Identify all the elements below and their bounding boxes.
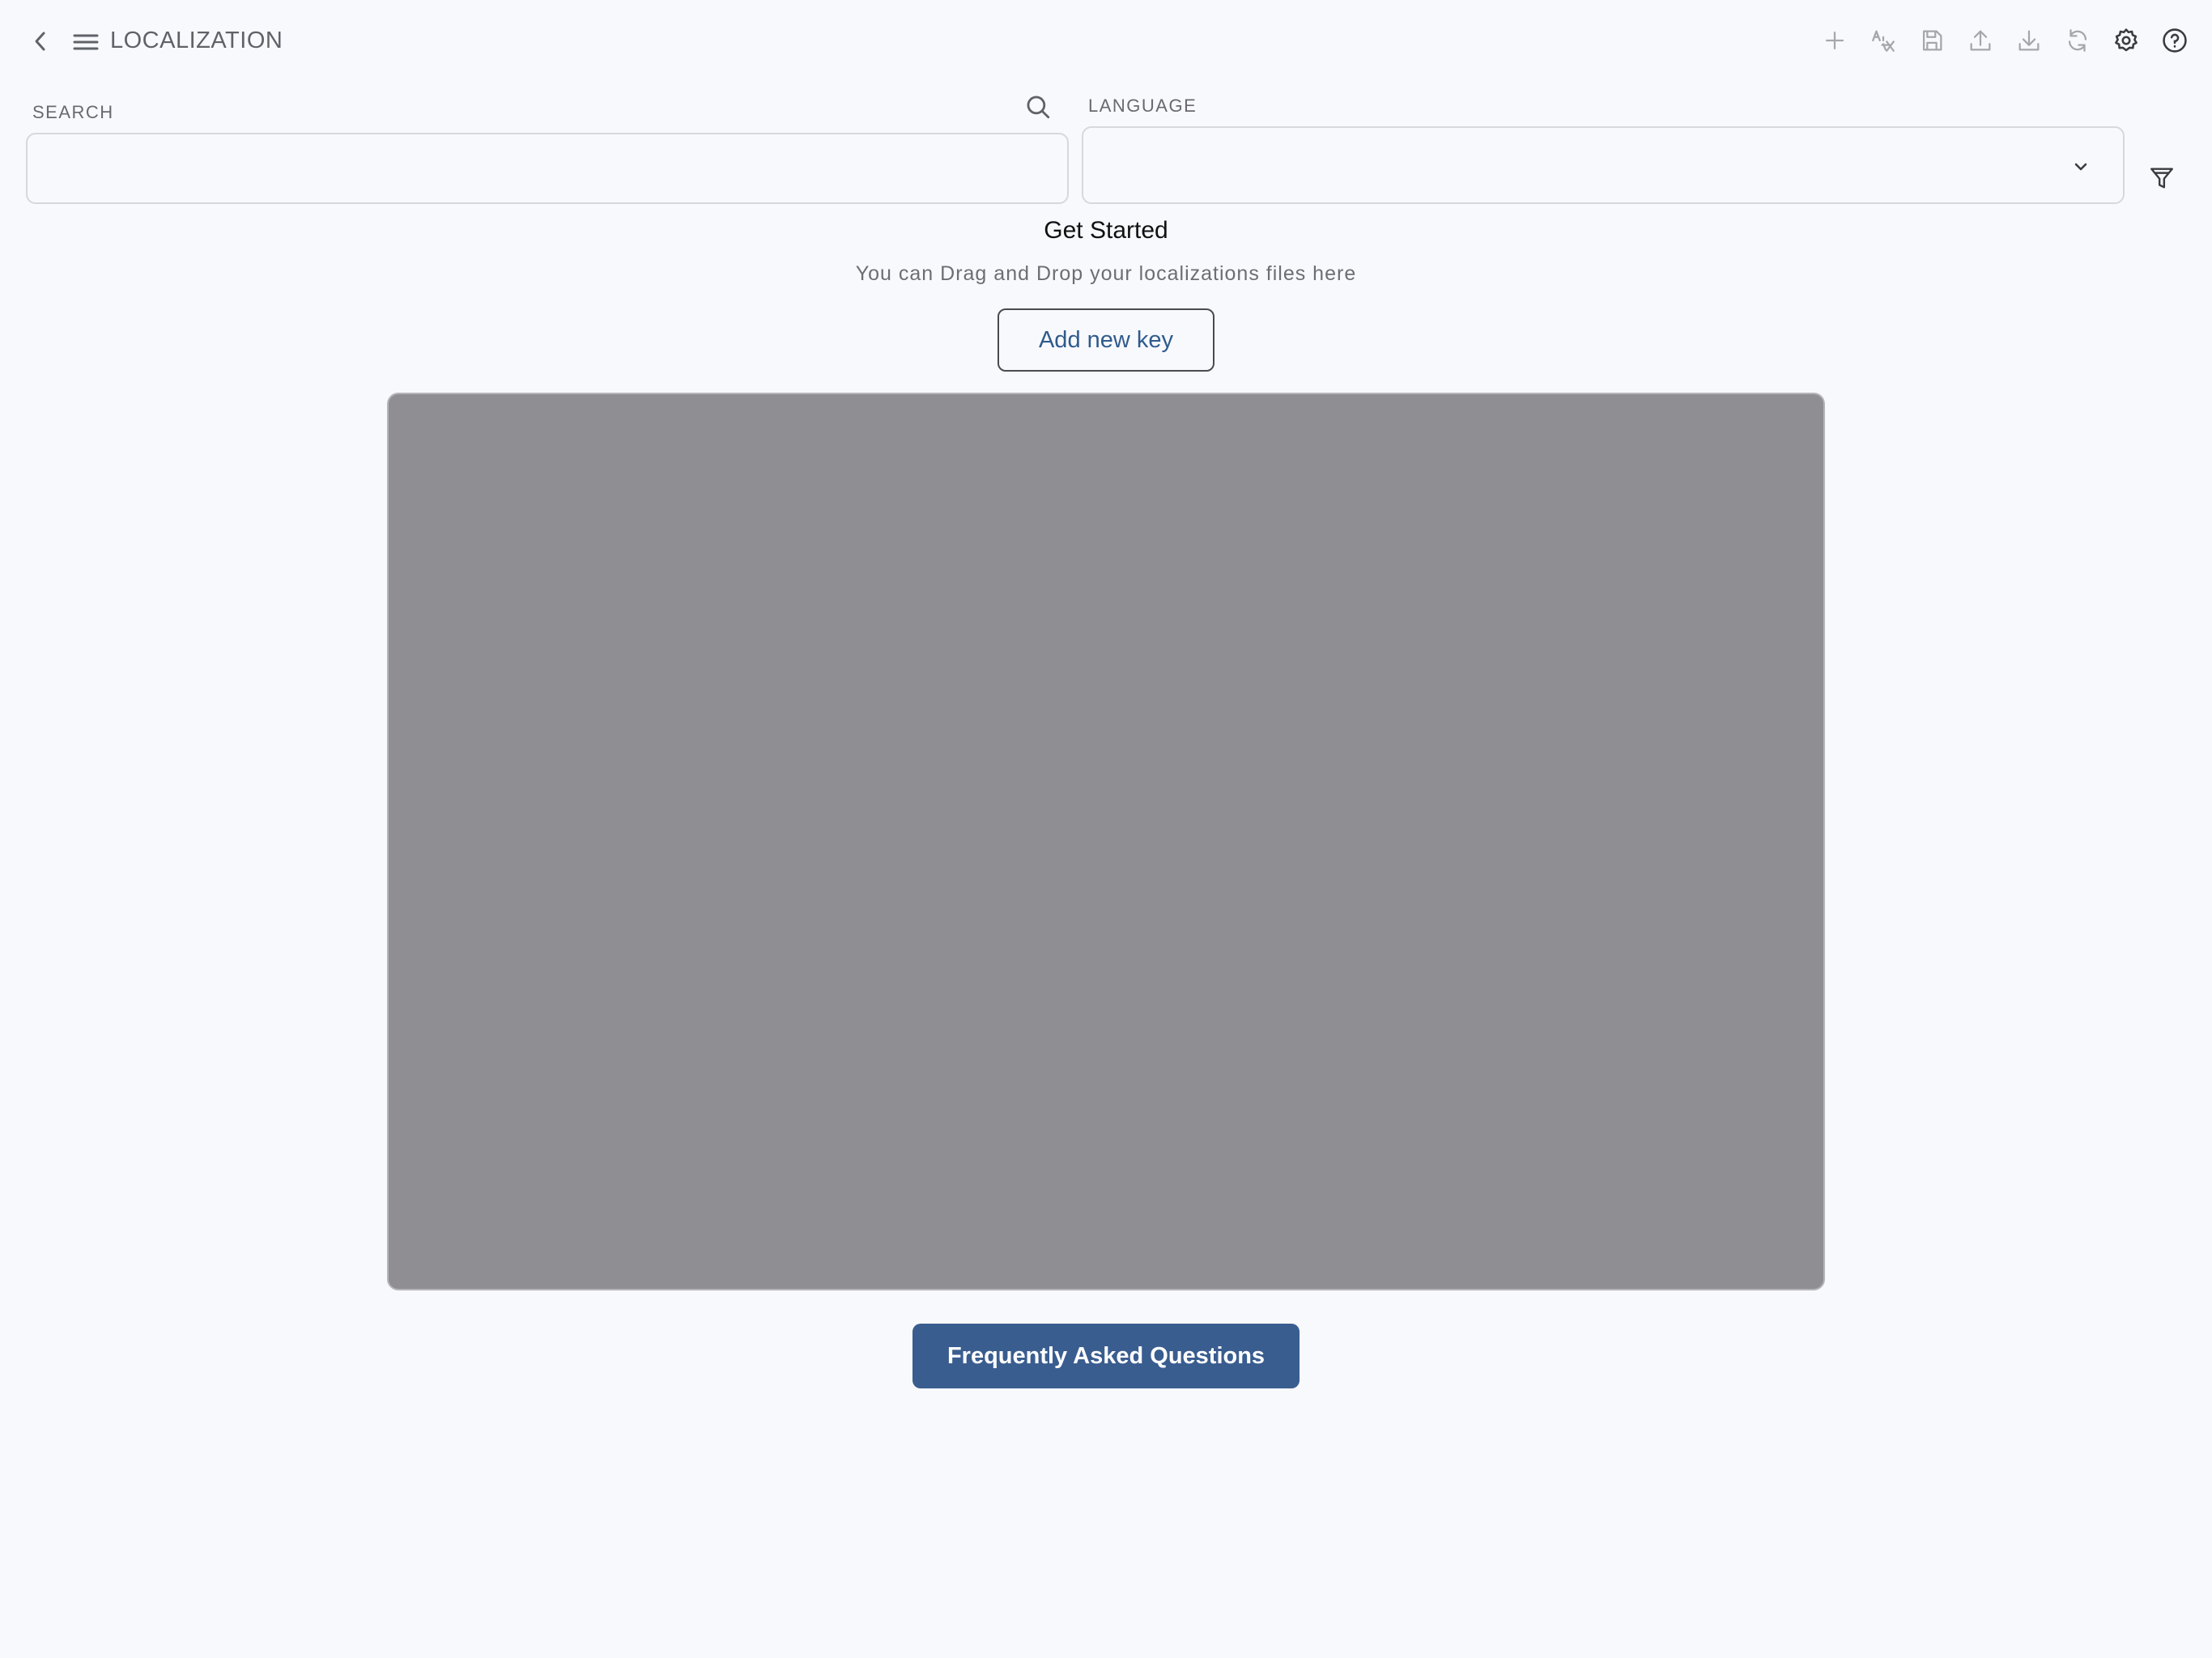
language-label: LANGUAGE [1088, 96, 1197, 116]
intro-media-placeholder [387, 393, 1825, 1290]
search-input[interactable] [26, 133, 1069, 204]
search-label: SEARCH [32, 102, 114, 122]
add-new-key-button[interactable]: Add new key [998, 308, 1214, 372]
search-icon [1027, 96, 1050, 119]
refresh-button[interactable] [2058, 21, 2097, 60]
page-title: LOCALIZATION [110, 28, 283, 53]
upload-icon [1970, 30, 1991, 51]
menu-button[interactable] [71, 26, 100, 58]
toolbar [1815, 21, 2194, 60]
help-button[interactable] [2155, 21, 2194, 60]
back-button[interactable] [24, 24, 57, 58]
get-started-heading: Get Started [1044, 217, 1168, 244]
translate-button[interactable] [1864, 21, 1903, 60]
filter-button[interactable] [2146, 162, 2178, 194]
settings-button[interactable] [2107, 21, 2146, 60]
refresh-icon [2068, 29, 2087, 52]
hamburger-menu-icon [73, 34, 99, 50]
add-icon [1825, 31, 1844, 50]
chevron-down-icon [2074, 163, 2087, 171]
language-select[interactable] [1082, 126, 2125, 204]
search-button[interactable] [1022, 91, 1054, 123]
add-button[interactable] [1815, 21, 1854, 60]
download-icon [2018, 30, 2040, 51]
faq-button[interactable]: Frequently Asked Questions [912, 1324, 1300, 1388]
gear-icon [2115, 28, 2138, 52]
chevron-left-icon [35, 32, 45, 51]
save-icon [1922, 30, 1942, 51]
localization-page: LOCALIZATION SEARCH LANGUAGE Get Started… [0, 0, 2212, 1658]
translate-icon [1872, 30, 1895, 52]
filter-icon [2150, 168, 2173, 189]
drag-drop-hint: You can Drag and Drop your localizations… [855, 262, 1357, 285]
top-bar: LOCALIZATION [0, 0, 2212, 81]
upload-button[interactable] [1961, 21, 2000, 60]
download-button[interactable] [2010, 21, 2048, 60]
save-button[interactable] [1912, 21, 1951, 60]
help-icon [2163, 28, 2187, 53]
